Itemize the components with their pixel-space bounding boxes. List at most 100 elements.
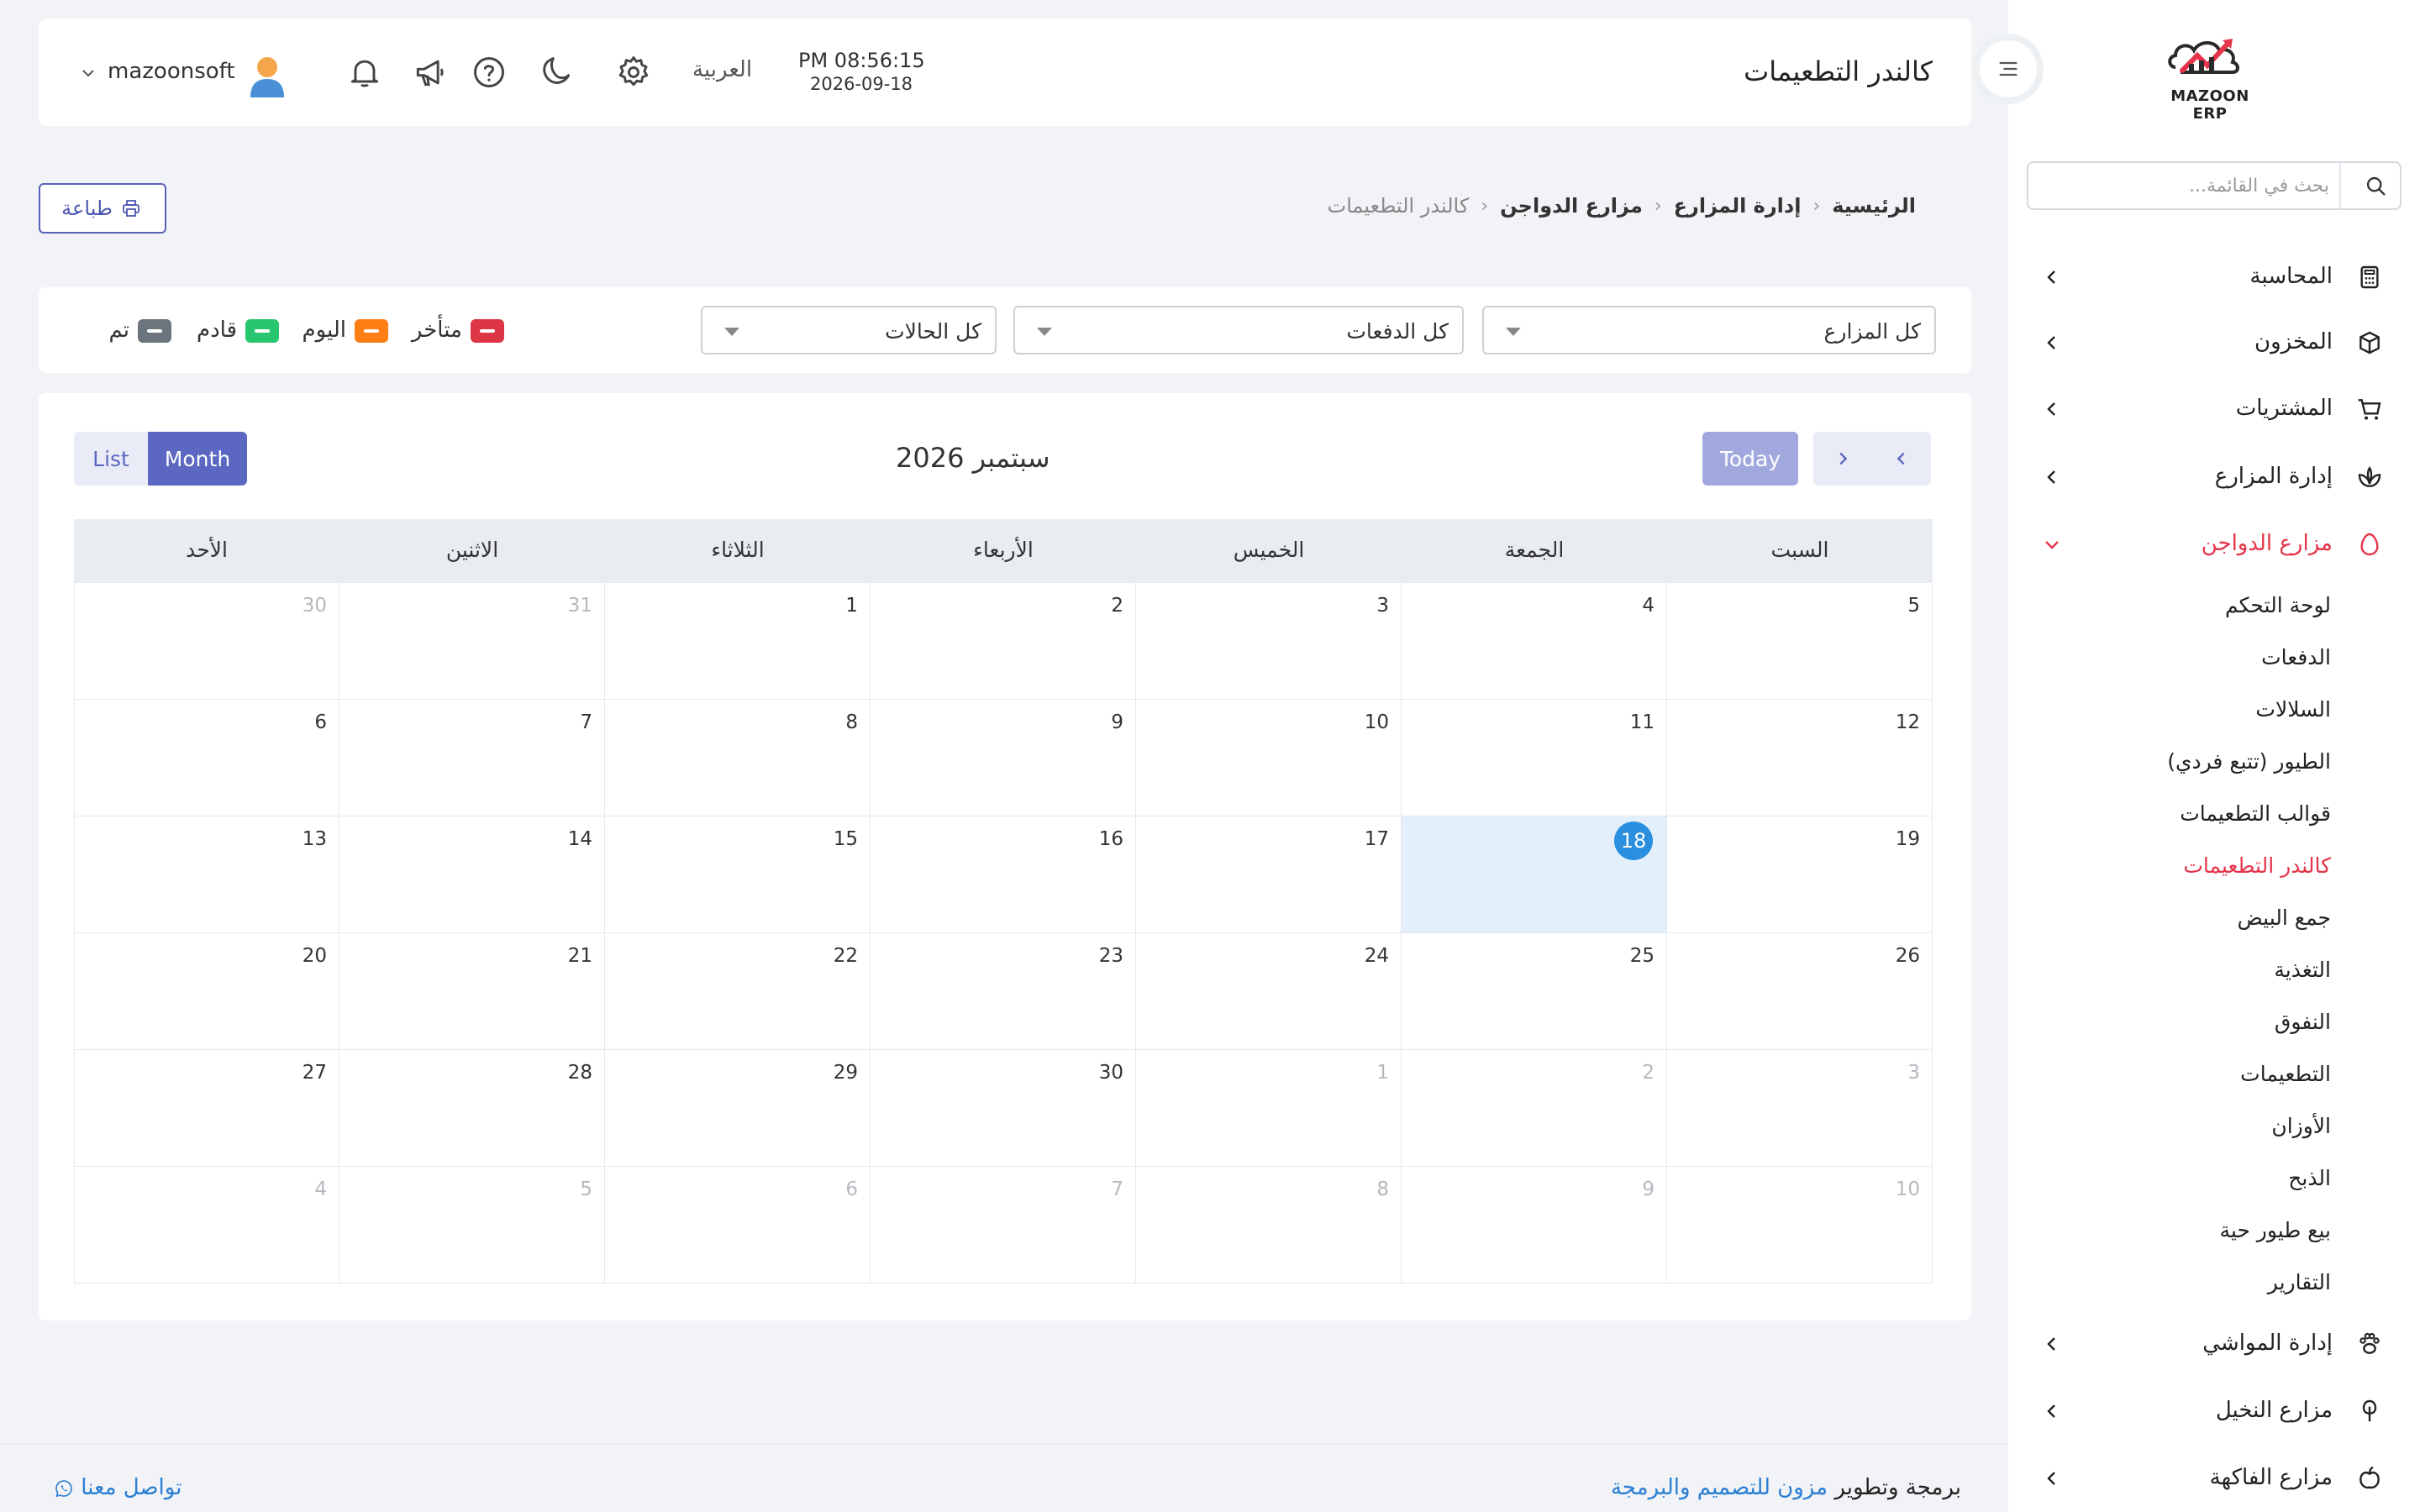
prev-month-button[interactable] bbox=[1872, 432, 1931, 486]
calendar-day-cell[interactable]: 22 bbox=[605, 933, 871, 1050]
calendar-day-cell[interactable]: 25 bbox=[1402, 933, 1667, 1050]
sidebar-item-poultry-farms[interactable]: مزارع الدواجن bbox=[2008, 519, 2420, 570]
sidebar-subitem-egg-collection[interactable]: جمع البيض bbox=[2238, 906, 2331, 930]
sidebar-item-livestock[interactable]: إدارة المواشي bbox=[2008, 1319, 2420, 1369]
calendar-day-cell[interactable]: 6 bbox=[74, 700, 339, 816]
calendar-day-cell[interactable]: 5 bbox=[1667, 583, 1933, 700]
calendar-day-cell[interactable]: 27 bbox=[74, 1050, 339, 1167]
sidebar-subitem-weights[interactable]: الأوزان bbox=[2271, 1114, 2331, 1138]
calendar-day-cell[interactable]: 7 bbox=[871, 1167, 1136, 1284]
moon-icon[interactable] bbox=[538, 54, 575, 91]
user-avatar[interactable] bbox=[247, 54, 287, 97]
sidebar-item-label: المخزون bbox=[2254, 329, 2333, 354]
calendar-day-cell[interactable]: 29 bbox=[605, 1050, 871, 1167]
calendar-day-cell[interactable]: 7 bbox=[339, 700, 605, 816]
calendar-day-cell[interactable]: 23 bbox=[871, 933, 1136, 1050]
sidebar-subitem-mortality[interactable]: النفوق bbox=[2275, 1010, 2331, 1034]
calendar-day-cell[interactable]: 3 bbox=[1667, 1050, 1933, 1167]
sidebar-search-input[interactable] bbox=[2052, 170, 2329, 202]
calendar-day-cell[interactable]: 13 bbox=[74, 816, 339, 933]
calendar-day-cell[interactable]: 4 bbox=[74, 1167, 339, 1284]
sidebar-subitem-vaccinations[interactable]: التطعيمات bbox=[2240, 1062, 2331, 1086]
search-icon[interactable] bbox=[2365, 175, 2388, 198]
contact-link[interactable]: تواصل معنا bbox=[49, 1475, 182, 1500]
sidebar-subitem-batches[interactable]: الدفعات bbox=[2261, 645, 2331, 669]
month-view-button[interactable]: Month bbox=[148, 432, 247, 486]
sidebar-subitem-live-bird-sales[interactable]: بيع طيور حية bbox=[2219, 1218, 2331, 1242]
calendar-day-cell[interactable]: 9 bbox=[1402, 1167, 1667, 1284]
sidebar-item-purchases[interactable]: المشتريات bbox=[2008, 384, 2420, 434]
apple-icon bbox=[2360, 1466, 2380, 1489]
calendar-day-cell[interactable]: 21 bbox=[339, 933, 605, 1050]
calendar-day-cell[interactable]: 1 bbox=[1136, 1050, 1402, 1167]
help-icon[interactable] bbox=[471, 54, 508, 91]
calendar-day-cell[interactable]: 24 bbox=[1136, 933, 1402, 1050]
sidebar-subitem-reports[interactable]: التقارير bbox=[2268, 1270, 2331, 1294]
calendar-day-cell[interactable]: 2 bbox=[1402, 1050, 1667, 1167]
chevron-down-icon[interactable] bbox=[81, 67, 96, 79]
sidebar-subitem-breeds[interactable]: السلالات bbox=[2255, 697, 2331, 722]
sidebar-subitem-vaccination-templates[interactable]: قوالب التطعيمات bbox=[2180, 801, 2331, 826]
sidebar-subitem-birds[interactable]: الطيور (تتبع فردي) bbox=[2167, 749, 2331, 774]
language-switch[interactable]: العربية bbox=[692, 57, 752, 82]
sidebar-subitem-feeding[interactable]: التغذية bbox=[2274, 958, 2331, 982]
sidebar-item-palm-farms[interactable]: مزارع النخيل bbox=[2008, 1386, 2420, 1436]
calendar-day-cell[interactable]: 10 bbox=[1667, 1167, 1933, 1284]
sidebar-subitem-vaccination-calendar[interactable]: كالندر التطعيمات bbox=[2183, 853, 2331, 878]
calendar-day-cell[interactable]: 19 bbox=[1667, 816, 1933, 933]
calendar-day-cell[interactable]: 8 bbox=[605, 700, 871, 816]
bell-icon[interactable] bbox=[346, 54, 383, 91]
calendar-day-cell[interactable]: 30 bbox=[871, 1050, 1136, 1167]
calendar-day-cell[interactable]: 1 bbox=[605, 583, 871, 700]
clock-date: 2026-09-18 bbox=[810, 74, 913, 94]
sidebar-item-farm-management[interactable]: إدارة المزارع bbox=[2008, 452, 2420, 502]
sidebar-subitem-dashboard[interactable]: لوحة التحكم bbox=[2225, 593, 2331, 617]
print-button[interactable]: طباعة bbox=[39, 183, 166, 234]
calendar-day-cell[interactable]: 12 bbox=[1667, 700, 1933, 816]
menu-toggle-button[interactable] bbox=[1973, 34, 2044, 104]
calendar-day-cell[interactable]: 4 bbox=[1402, 583, 1667, 700]
top-header: كالندر التطعيمات PM 08:56:15 2026-09-18 … bbox=[39, 18, 1971, 126]
batch-select[interactable]: كل الدفعات bbox=[1013, 306, 1464, 354]
sidebar-item-fruit-farms[interactable]: مزارع الفاكهة bbox=[2008, 1453, 2420, 1504]
calendar-day-cell[interactable]: 11 bbox=[1402, 700, 1667, 816]
calendar-day-cell[interactable]: 2 bbox=[871, 583, 1136, 700]
day-number: 27 bbox=[302, 1062, 327, 1084]
calendar-day-cell[interactable]: 6 bbox=[605, 1167, 871, 1284]
gear-icon[interactable] bbox=[615, 54, 652, 91]
list-view-button[interactable]: List bbox=[74, 432, 148, 486]
calendar-day-cell[interactable]: 17 bbox=[1136, 816, 1402, 933]
calendar-day-cell[interactable]: 10 bbox=[1136, 700, 1402, 816]
next-month-button[interactable] bbox=[1813, 432, 1872, 486]
calendar-day-cell[interactable]: 28 bbox=[339, 1050, 605, 1167]
calendar-day-cell[interactable]: 18 bbox=[1402, 816, 1667, 933]
day-number: 12 bbox=[1895, 711, 1920, 733]
status-select[interactable]: كل الحالات bbox=[701, 306, 997, 354]
megaphone-icon[interactable] bbox=[412, 54, 449, 91]
calendar-day-cell[interactable]: 14 bbox=[339, 816, 605, 933]
breadcrumb-farm-management[interactable]: إدارة المزارع bbox=[1674, 194, 1802, 218]
breadcrumb-home[interactable]: الرئيسية bbox=[1832, 194, 1916, 218]
calendar-day-cell[interactable]: 8 bbox=[1136, 1167, 1402, 1284]
day-number: 14 bbox=[567, 828, 592, 850]
today-button[interactable]: Today bbox=[1702, 432, 1798, 486]
calendar-day-cell[interactable]: 31 bbox=[339, 583, 605, 700]
app-logo[interactable]: MAZOON ERP bbox=[2151, 34, 2269, 123]
calendar-day-cell[interactable]: 5 bbox=[339, 1167, 605, 1284]
user-name[interactable]: mazoonsoft bbox=[108, 59, 235, 84]
calendar-day-cell[interactable]: 16 bbox=[871, 816, 1136, 933]
sidebar-subitem-slaughter[interactable]: الذبح bbox=[2288, 1166, 2331, 1190]
sidebar-item-inventory[interactable]: المخزون bbox=[2008, 318, 2420, 368]
footer-company-link[interactable]: مزون للتصميم والبرمجة bbox=[1611, 1475, 1828, 1500]
breadcrumb-poultry-farms[interactable]: مزارع الدواجن bbox=[1500, 194, 1643, 218]
box-icon bbox=[2360, 331, 2380, 354]
calendar-day-cell[interactable]: 9 bbox=[871, 700, 1136, 816]
sidebar-item-accounting[interactable]: المحاسبة bbox=[2008, 252, 2420, 302]
calendar-day-cell[interactable]: 26 bbox=[1667, 933, 1933, 1050]
calendar-day-cell[interactable]: 20 bbox=[74, 933, 339, 1050]
calendar-day-cell[interactable]: 3 bbox=[1136, 583, 1402, 700]
calendar-day-cell[interactable]: 15 bbox=[605, 816, 871, 933]
calendar-day-cell[interactable]: 30 bbox=[74, 583, 339, 700]
farm-select[interactable]: كل المزارع bbox=[1482, 306, 1936, 354]
day-number: 2 bbox=[1111, 595, 1123, 617]
